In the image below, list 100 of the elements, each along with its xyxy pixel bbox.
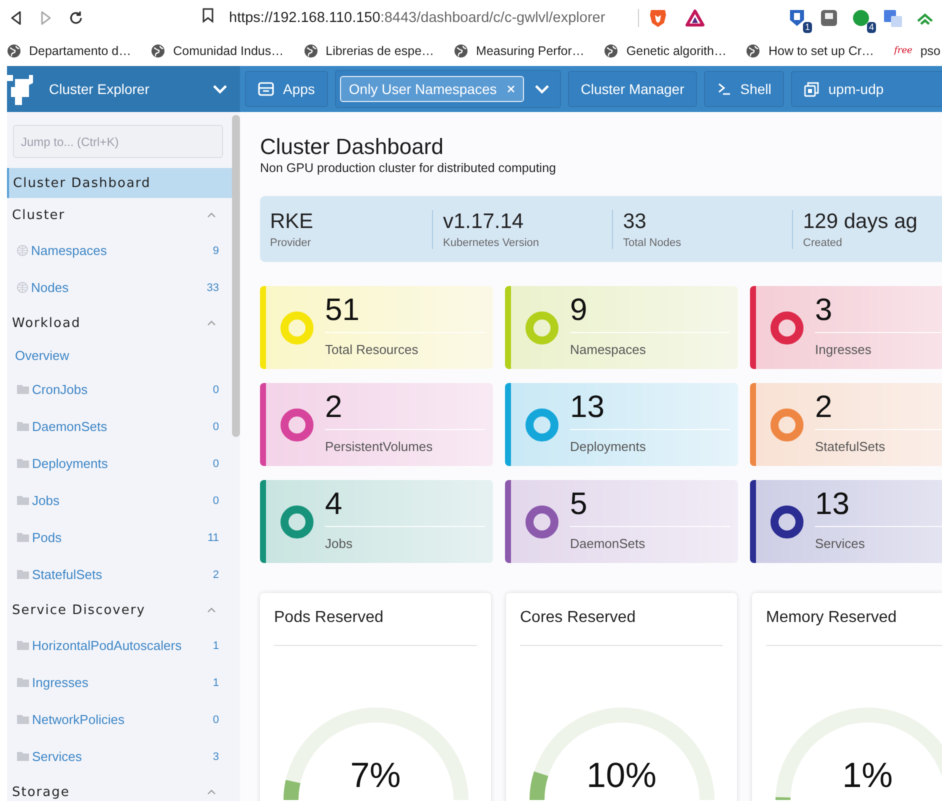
collapse-icon[interactable] bbox=[207, 320, 216, 326]
count-label: Jobs bbox=[325, 536, 352, 551]
globe-icon bbox=[7, 44, 21, 58]
nav-item[interactable]: Nodes 33 bbox=[7, 269, 232, 306]
count-badge: 4 bbox=[866, 22, 876, 32]
terminal-icon bbox=[717, 83, 732, 95]
remove-button[interactable] bbox=[506, 85, 515, 93]
bookmark-link[interactable]: Departamento d… bbox=[7, 44, 132, 58]
count-label: Total Resources bbox=[325, 342, 418, 357]
folder-icon bbox=[17, 533, 29, 542]
count-label: Services bbox=[815, 536, 865, 551]
collapse-icon[interactable] bbox=[207, 607, 216, 613]
nav-item[interactable]: Jobs 0 bbox=[7, 482, 232, 519]
item-count: 0 bbox=[212, 420, 219, 432]
nav-item[interactable]: Services 3 bbox=[7, 738, 232, 775]
shell-button[interactable]: Shell bbox=[704, 71, 784, 107]
site-logo: free bbox=[894, 46, 912, 56]
nav-item[interactable]: CronJobs 0 bbox=[7, 371, 232, 408]
count-badge: 1 bbox=[802, 22, 812, 32]
fact-label: Created bbox=[803, 236, 842, 248]
fact-value: RKE bbox=[270, 210, 314, 234]
folder-icon bbox=[17, 678, 29, 687]
resource-card[interactable]: 5 DaemonSets bbox=[505, 480, 738, 563]
nav-item[interactable]: DaemonSets 0 bbox=[7, 408, 232, 445]
count-value: 2 bbox=[325, 389, 342, 425]
folder-icon bbox=[17, 752, 29, 761]
triangle-icon[interactable] bbox=[685, 8, 705, 26]
nav-item[interactable]: Namespaces 9 bbox=[7, 232, 232, 269]
globe-icon bbox=[604, 44, 618, 58]
bookmark-link[interactable]: Librerias de espe… bbox=[304, 44, 434, 58]
collapse-icon[interactable] bbox=[207, 212, 216, 218]
count-value: 13 bbox=[815, 486, 850, 522]
translate-icon[interactable] bbox=[883, 8, 903, 28]
count-value: 3 bbox=[815, 292, 832, 328]
lion-shield-icon[interactable] bbox=[649, 8, 667, 28]
resource-card[interactable]: 13 Services bbox=[750, 480, 942, 563]
count-value: 5 bbox=[570, 486, 588, 522]
nav-item[interactable]: NetworkPolicies 0 bbox=[7, 701, 232, 738]
count-label: StatefulSets bbox=[815, 439, 886, 454]
fact-value: 33 bbox=[623, 210, 646, 234]
nav-item[interactable]: Deployments 0 bbox=[7, 445, 232, 482]
resource-card[interactable]: 2 StatefulSets bbox=[750, 383, 942, 466]
folder-icon bbox=[17, 641, 29, 650]
folder-icon bbox=[17, 385, 29, 394]
globe-icon bbox=[151, 44, 166, 58]
collapse-icon[interactable] bbox=[207, 789, 216, 795]
resource-card[interactable]: 2 PersistentVolumes bbox=[260, 383, 493, 466]
cluster-button[interactable]: upm-udp bbox=[791, 71, 942, 107]
globe-icon bbox=[17, 245, 28, 256]
fact-label: Kubernetes Version bbox=[443, 236, 540, 248]
bookmark-link[interactable]: How to set up Cr… bbox=[746, 44, 874, 58]
bookmark-icon[interactable] bbox=[202, 8, 214, 22]
search-field[interactable]: Jump to... (Ctrl+K) bbox=[13, 125, 223, 158]
group-header[interactable]: Service Discovery bbox=[7, 593, 232, 627]
nav-item[interactable]: HorizontalPodAutoscalers 1 bbox=[7, 627, 232, 664]
group-label: Storage bbox=[12, 784, 70, 800]
count-value: 4 bbox=[325, 486, 342, 522]
nav-item[interactable]: Pods 11 bbox=[7, 519, 232, 556]
resource-card[interactable]: 13 Deployments bbox=[505, 383, 738, 466]
apps-button[interactable]: Apps bbox=[245, 71, 328, 107]
count-label: Ingresses bbox=[815, 342, 872, 357]
fact-label: Provider bbox=[270, 236, 311, 248]
card-title: Memory Reserved bbox=[766, 608, 897, 628]
folder-icon bbox=[17, 715, 29, 724]
chevron-down-icon bbox=[534, 84, 550, 94]
item-count: 1 bbox=[212, 676, 219, 688]
bookmark-link[interactable]: Genetic algorith… bbox=[604, 44, 726, 58]
globe-icon bbox=[454, 44, 468, 58]
bookmark-link[interactable]: Comunidad Indus… bbox=[151, 44, 284, 58]
globe-icon bbox=[746, 44, 760, 58]
shield-icon[interactable] bbox=[787, 8, 807, 28]
square-icon[interactable] bbox=[819, 8, 839, 28]
dot-icon[interactable] bbox=[851, 8, 871, 28]
resource-card[interactable]: 51 Total Resources bbox=[260, 286, 493, 369]
scrollbar-thumb[interactable] bbox=[232, 115, 240, 437]
folder-icon bbox=[17, 422, 29, 431]
globe-icon bbox=[304, 44, 318, 58]
dropdown-button[interactable] bbox=[534, 84, 550, 94]
nav-item[interactable]: Overview bbox=[7, 340, 232, 371]
bull-logo-icon bbox=[7, 73, 35, 105]
header-button[interactable]: Cluster Manager bbox=[568, 71, 698, 107]
bookmark-link[interactable]: Measuring Perfor… bbox=[454, 44, 584, 58]
nav-item[interactable]: StatefulSets 2 bbox=[7, 556, 232, 593]
nav-item[interactable]: Ingresses 1 bbox=[7, 664, 232, 701]
resource-card[interactable]: 4 Jobs bbox=[260, 480, 493, 563]
count-label: Namespaces bbox=[570, 342, 646, 357]
item-count: 0 bbox=[212, 458, 219, 470]
folder-icon bbox=[17, 459, 29, 468]
group-header[interactable]: Storage bbox=[7, 775, 232, 801]
item-count: 3 bbox=[212, 750, 219, 762]
percentage-reading: 7% bbox=[350, 756, 401, 796]
resource-card[interactable]: 3 Ingresses bbox=[750, 286, 942, 369]
expand-button[interactable] bbox=[212, 84, 228, 94]
group-header[interactable]: Cluster bbox=[7, 198, 232, 232]
group-header[interactable]: Workload bbox=[7, 306, 232, 340]
resource-card[interactable]: 9 Namespaces bbox=[505, 286, 738, 369]
bookmark-link[interactable]: free pso bbox=[894, 44, 941, 58]
folder-icon bbox=[17, 570, 29, 579]
item-count: 9 bbox=[212, 244, 219, 256]
nav-item[interactable]: Cluster Dashboard bbox=[7, 168, 232, 198]
